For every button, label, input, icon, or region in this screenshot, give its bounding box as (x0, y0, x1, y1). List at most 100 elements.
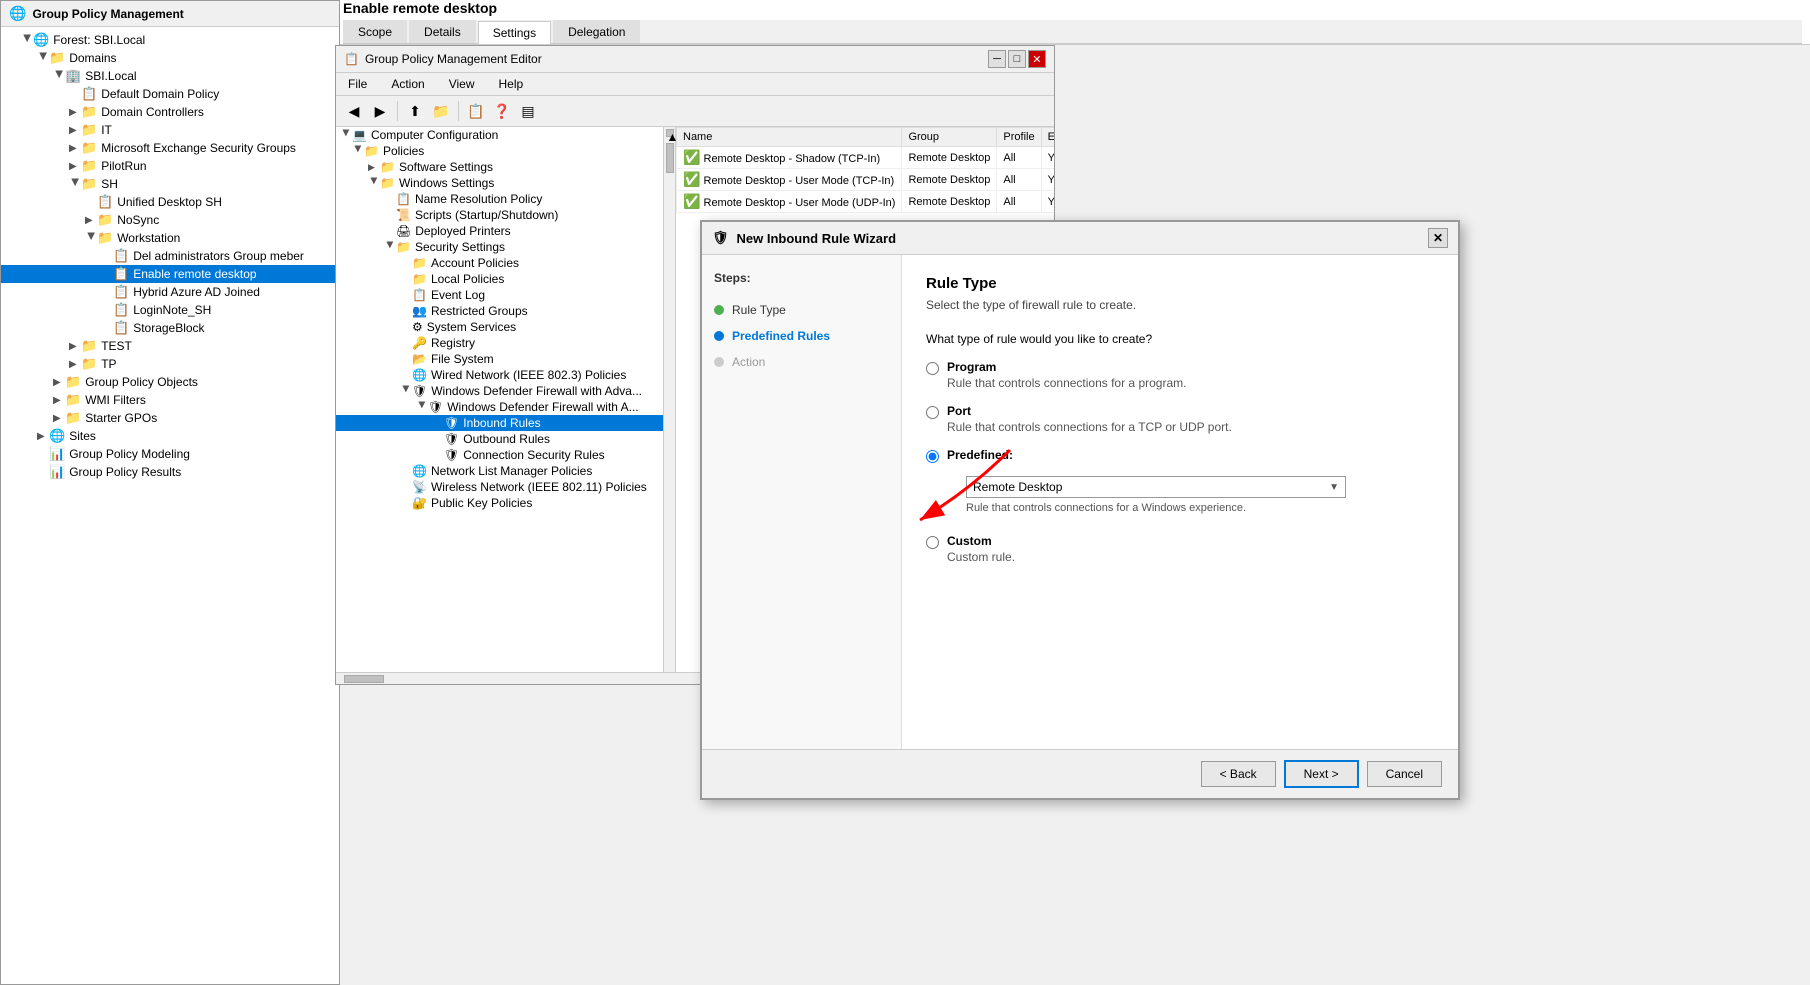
wizard-step-rule-type[interactable]: Rule Type (702, 297, 901, 323)
gpo-tree-wired[interactable]: ▶ 🌐 Wired Network (IEEE 802.3) Policies (336, 367, 663, 383)
toolbar-back-btn[interactable]: ◀ (342, 99, 366, 123)
col-group[interactable]: Group (902, 128, 997, 147)
toolbar-copy-btn[interactable]: 📋 (464, 99, 488, 123)
gpo-tree-inbound[interactable]: ▶ 🛡 Inbound Rules (336, 415, 663, 431)
wizard-next-btn[interactable]: Next > (1284, 760, 1359, 788)
tab-delegation[interactable]: Delegation (553, 20, 640, 43)
menu-view[interactable]: View (445, 75, 479, 93)
menu-action[interactable]: Action (387, 75, 428, 93)
tree-item-hybrid[interactable]: ▶ 📋 Hybrid Azure AD Joined (1, 283, 339, 301)
tree-item-nosync[interactable]: ▶ 📁 NoSync (1, 211, 339, 229)
tree-item-del-admins[interactable]: ▶ 📋 Del administrators Group meber (1, 247, 339, 265)
tree-item-enable-remote[interactable]: ▶ 📋 Enable remote desktop (1, 265, 339, 283)
tree-item-default-domain[interactable]: ▶ 📋 Default Domain Policy (1, 85, 339, 103)
tree-item-gp-results[interactable]: ▶ 📊 Group Policy Results (1, 463, 339, 481)
hscroll-thumb[interactable] (344, 675, 384, 683)
gpo-tree-panel[interactable]: ▶ 💻 Computer Configuration ▶ 📁 Policies … (336, 127, 663, 672)
tab-scope[interactable]: Scope (343, 20, 407, 43)
scroll-up-arrow[interactable]: ▲ (666, 129, 674, 137)
col-enabled[interactable]: Enabled (1041, 128, 1054, 147)
gpo-tree-software[interactable]: ▶ 📁 Software Settings (336, 159, 663, 175)
tree-item-starter[interactable]: ▶ 📁 Starter GPOs (1, 409, 339, 427)
radio-option-program[interactable]: Program Rule that controls connections f… (926, 360, 1434, 390)
wizard-step-predefined[interactable]: Predefined Rules (702, 323, 901, 349)
wireless-icon: 📡 (412, 480, 427, 494)
gpo-tree-policies[interactable]: ▶ 📁 Policies (336, 143, 663, 159)
table-row[interactable]: ✅ Remote Desktop - User Mode (TCP-In) Re… (677, 169, 1055, 191)
wizard-back-btn[interactable]: < Back (1201, 761, 1276, 787)
tree-item-ms-exchange[interactable]: ▶ 📁 Microsoft Exchange Security Groups (1, 139, 339, 157)
rule-enabled-2: Yes (1041, 191, 1054, 213)
tree-item-gp-modeling[interactable]: ▶ 📊 Group Policy Modeling (1, 445, 339, 463)
gpo-tree-wd-firewall[interactable]: ▶ 🛡 Windows Defender Firewall with Adva.… (336, 383, 663, 399)
toolbar-list-btn[interactable]: ▤ (516, 99, 540, 123)
gpo-tree-system-services[interactable]: ▶ ⚙ System Services (336, 319, 663, 335)
tree-item-storage-block[interactable]: ▶ 📋 StorageBlock (1, 319, 339, 337)
tree-item-sh[interactable]: ▶ 📁 SH (1, 175, 339, 193)
tree-item-tp[interactable]: ▶ 📁 TP (1, 355, 339, 373)
toolbar-folder-btn[interactable]: 📁 (429, 99, 453, 123)
gpo-tree-printers[interactable]: ▶ 🖨 Deployed Printers (336, 223, 663, 239)
tree-item-sbi[interactable]: ▶ 🏢 SBI.Local (1, 67, 339, 85)
predefined-dropdown[interactable]: Remote Desktop ▼ (966, 476, 1346, 498)
col-profile[interactable]: Profile (997, 128, 1041, 147)
tree-item-workstation[interactable]: ▶ 📁 Workstation (1, 229, 339, 247)
tree-item-forest[interactable]: ▶ 🌐 Forest: SBI.Local (1, 31, 339, 49)
gpo-tree-public-key[interactable]: ▶ 🔐 Public Key Policies (336, 495, 663, 511)
tree-item-pilotrun[interactable]: ▶ 📁 PilotRun (1, 157, 339, 175)
gpo-tree-file-system[interactable]: ▶ 📂 File System (336, 351, 663, 367)
gpo-close-btn[interactable]: ✕ (1028, 50, 1046, 68)
radio-predefined[interactable] (926, 450, 939, 463)
menu-help[interactable]: Help (495, 75, 528, 93)
gpo-tree-account-policies[interactable]: ▶ 📁 Account Policies (336, 255, 663, 271)
toolbar-forward-btn[interactable]: ▶ (368, 99, 392, 123)
col-name[interactable]: Name (677, 128, 902, 147)
table-row[interactable]: ✅ Remote Desktop - Shadow (TCP-In) Remot… (677, 147, 1055, 169)
gpo-tree-security[interactable]: ▶ 📁 Security Settings (336, 239, 663, 255)
wizard-cancel-btn[interactable]: Cancel (1367, 761, 1442, 787)
arrow-comp-config: ▶ (341, 129, 352, 141)
gpo-tree-network-list[interactable]: ▶ 🌐 Network List Manager Policies (336, 463, 663, 479)
toolbar-up-btn[interactable]: ⬆ (403, 99, 427, 123)
tab-details[interactable]: Details (409, 20, 476, 43)
gpo-tree-windows-settings[interactable]: ▶ 📁 Windows Settings (336, 175, 663, 191)
tree-item-it[interactable]: ▶ 📁 IT (1, 121, 339, 139)
gpo-tree-event-log[interactable]: ▶ 📋 Event Log (336, 287, 663, 303)
gpo-tree-registry[interactable]: ▶ 🔑 Registry (336, 335, 663, 351)
gpo-tree-local-policies[interactable]: ▶ 📁 Local Policies (336, 271, 663, 287)
gpo-tree-scripts[interactable]: ▶ 📜 Scripts (Startup/Shutdown) (336, 207, 663, 223)
radio-option-custom[interactable]: Custom Custom rule. (926, 534, 1434, 564)
gpo-maximize-btn[interactable]: □ (1008, 50, 1026, 68)
gpo-tree-scrollbar[interactable]: ▲ (663, 127, 675, 672)
rule-enabled-0: Yes (1041, 147, 1054, 169)
gpo-tree-wireless[interactable]: ▶ 📡 Wireless Network (IEEE 802.11) Polic… (336, 479, 663, 495)
gpo-tree-wd-firewall2[interactable]: ▶ 🛡 Windows Defender Firewall with A... (336, 399, 663, 415)
gpo-tree-name-res[interactable]: ▶ 📋 Name Resolution Policy (336, 191, 663, 207)
radio-port[interactable] (926, 406, 939, 419)
toolbar-help-btn[interactable]: ❓ (490, 99, 514, 123)
tab-settings[interactable]: Settings (478, 21, 551, 44)
menu-file[interactable]: File (344, 75, 371, 93)
radio-program[interactable] (926, 362, 939, 375)
tree-item-unified[interactable]: ▶ 📋 Unified Desktop SH (1, 193, 339, 211)
table-row[interactable]: ✅ Remote Desktop - User Mode (UDP-In) Re… (677, 191, 1055, 213)
gpo-tree-restricted[interactable]: ▶ 👥 Restricted Groups (336, 303, 663, 319)
radio-option-port[interactable]: Port Rule that controls connections for … (926, 404, 1434, 434)
wizard-close-btn[interactable]: ✕ (1428, 228, 1448, 248)
tree-item-sites[interactable]: ▶ 🌐 Sites (1, 427, 339, 445)
gpo-minimize-btn[interactable]: ─ (988, 50, 1006, 68)
tree-item-domains[interactable]: ▶ 📁 Domains (1, 49, 339, 67)
wizard-step-action[interactable]: Action (702, 349, 901, 375)
gpo-tree-comp-config[interactable]: ▶ 💻 Computer Configuration (336, 127, 663, 143)
scroll-thumb[interactable] (666, 143, 674, 173)
tree-item-gpo[interactable]: ▶ 📁 Group Policy Objects (1, 373, 339, 391)
tree-item-wmi[interactable]: ▶ 📁 WMI Filters (1, 391, 339, 409)
tree-item-test[interactable]: ▶ 📁 TEST (1, 337, 339, 355)
radio-custom[interactable] (926, 536, 939, 549)
tree-item-login-note[interactable]: ▶ 📋 LoginNote_SH (1, 301, 339, 319)
gpo-tree-connection[interactable]: ▶ 🛡 Connection Security Rules (336, 447, 663, 463)
radio-option-predefined[interactable]: Predefined: (926, 448, 1434, 464)
gpm-tree[interactable]: ▶ 🌐 Forest: SBI.Local ▶ 📁 Domains ▶ 🏢 SB… (1, 27, 339, 984)
tree-item-dc[interactable]: ▶ 📁 Domain Controllers (1, 103, 339, 121)
gpo-tree-outbound[interactable]: ▶ 🛡 Outbound Rules (336, 431, 663, 447)
